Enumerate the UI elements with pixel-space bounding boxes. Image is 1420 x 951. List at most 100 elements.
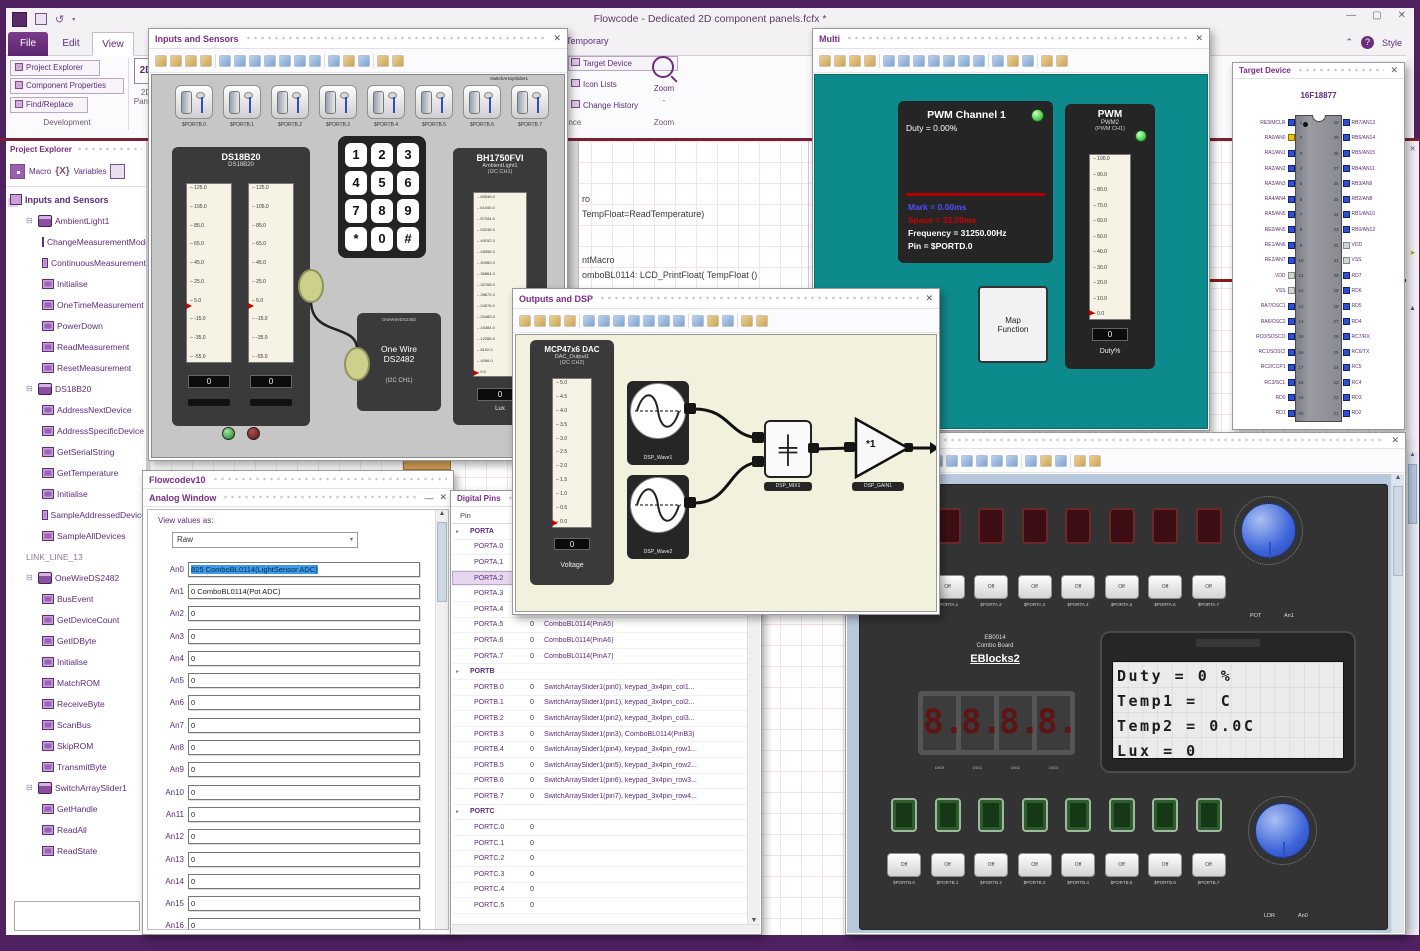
outputs-canvas[interactable]: MCP47x6 DAC DAC_Output1 (I2C CH2) 5.04.5… [515,334,937,612]
zoom-button-label[interactable]: Zoom [644,84,684,93]
tree-item[interactable]: ⊟ TransmitByte [6,756,146,777]
panel-toolbar-icon[interactable] [992,54,1004,67]
keypad-key[interactable]: # [397,227,419,251]
panel-toolbar-icon[interactable] [643,314,655,327]
panel-toolbar-icon[interactable] [534,314,546,327]
scrollbar-thumb[interactable] [1408,464,1417,524]
panel-toolbar-icon[interactable] [234,54,246,67]
channel-value-field[interactable]: 0 [188,740,420,756]
close-icon[interactable]: ✕ [1195,33,1203,44]
tree-item[interactable]: ⊟ OneTimeMeasurement [6,294,146,315]
panel-toolbar-icon[interactable] [946,454,958,467]
panel-toolbar-icon[interactable] [864,54,876,67]
panel-toolbar-icon[interactable] [1074,454,1086,467]
pin-indicator[interactable] [1287,379,1295,387]
channel-value-field[interactable]: 0 ComboBL0114(Pot ADC) [188,583,420,599]
pin-row[interactable]: PORTC.4 0 [452,883,747,899]
panel-toolbar-icon[interactable] [879,53,880,68]
pin-row[interactable]: PORTB.6 0 SwitchArraySlider1(pin6), keyp… [452,774,747,790]
panel-toolbar-icon[interactable] [583,314,595,327]
slide-switch[interactable]: $PORTB.4 [366,85,406,128]
panel-toolbar-icon[interactable] [737,313,738,328]
tab-edit[interactable]: Edit [54,32,88,56]
panel-toolbar-icon[interactable] [155,54,167,67]
collapse-icon[interactable]: ⊟ [26,384,35,393]
pot-knob[interactable] [1241,503,1296,559]
pin-indicator[interactable] [1287,348,1295,356]
pin-row[interactable]: PORTC.3 0 [452,867,747,883]
keypad-key[interactable]: 3 [397,143,419,167]
panel-toolbar-icon[interactable] [1070,453,1071,468]
project-explorer-button[interactable]: Project Explorer [10,60,100,76]
switch-button[interactable]: Off [1061,853,1095,877]
main-scrollbar[interactable]: ▲ [1407,452,1418,929]
scrollbar-thumb[interactable] [437,522,447,602]
pin-indicator[interactable] [1342,180,1350,188]
board-switch[interactable]: Off $PORTA.7 [1191,575,1226,607]
pin-indicator[interactable] [1342,226,1350,234]
collapse-icon[interactable]: ⊟ [26,783,35,792]
pin-row[interactable]: PORTB.2 0 SwitchArraySlider1(pin2), keyp… [452,711,747,727]
tree-item[interactable]: ⊟ LINK_LINE_13 [6,546,146,567]
slide-switch[interactable]: $PORTB.0 [174,85,214,128]
panel-toolbar-icon[interactable] [1040,454,1052,467]
switch-knob[interactable] [517,91,528,114]
scrollbar-up-icon[interactable]: ▲ [436,510,448,517]
pin-row[interactable]: PORTB [452,664,747,680]
close-icon[interactable]: ✕ [439,492,447,503]
pin-row[interactable]: PORTC.1 0 [452,836,747,852]
board-switch[interactable]: Off $PORTB.4 [1061,853,1095,885]
panel-toolbar-icon[interactable] [1041,54,1053,67]
tab-view[interactable]: View [92,32,134,56]
panel-toolbar-icon[interactable] [958,54,970,67]
panel-toolbar-icon[interactable] [549,314,561,327]
pin-indicator[interactable] [1287,256,1295,264]
red-led[interactable] [247,427,260,440]
board-switch[interactable]: Off $PORTA.6 [1148,575,1182,607]
close-icon[interactable]: ✕ [925,293,933,304]
pin-indicator[interactable] [1342,272,1350,280]
panel-toolbar-icon[interactable] [249,54,261,67]
panel-toolbar-icon[interactable] [185,54,197,67]
panel-toolbar-icon[interactable] [913,54,925,67]
board-button[interactable] [1195,798,1222,832]
pin-row[interactable]: PORTC.5 0 [452,898,747,914]
panel-toolbar-icon[interactable] [1021,453,1022,468]
panel-toolbar-icon[interactable] [215,53,216,68]
keypad-key[interactable]: 7 [345,199,367,223]
panel-toolbar-icon[interactable] [819,54,831,67]
board-button[interactable] [1021,798,1048,832]
objects-icon[interactable] [110,164,126,179]
panel-toolbar-icon[interactable] [219,54,231,67]
board-switch[interactable]: Off $PORTA.4 [1061,575,1095,607]
channel-value-field[interactable]: 0 [188,717,420,733]
tree-item[interactable]: ⊟ AmbientLight1 [6,210,146,231]
tree-item[interactable]: ⊟ PowerDown [6,315,146,336]
pin-row[interactable]: PORTA.5 0 ComboBL0114(PinA5) [452,618,747,634]
board-button[interactable] [1065,798,1091,832]
macros-icon[interactable] [10,164,25,179]
panel-toolbar-icon[interactable] [564,314,576,327]
pin-row[interactable]: PORTB.0 0 SwitchArraySlider1(pin0), keyp… [452,680,747,696]
analog-scrollbar[interactable]: ▲ [435,510,448,929]
macros-label[interactable]: Macro [29,167,51,176]
channel-value-field[interactable]: 0 [188,873,420,889]
keypad-key[interactable]: 6 [397,171,419,195]
pin-indicator[interactable] [1287,409,1295,417]
temperature-scale-2[interactable]: 125.0 105.0 85.0 65.0 45.0 25.0 5.0 -15.0 -35.0 -… [248,183,294,363]
pin-row[interactable]: PORTB.5 0 SwitchArraySlider1(pin5), keyp… [452,758,747,774]
panel-toolbar-icon[interactable] [377,54,389,67]
pin-indicator[interactable] [1342,287,1350,295]
tree-item[interactable]: ⊟ MatchROM [6,672,146,693]
panel-toolbar-icon[interactable] [988,53,989,68]
pin-indicator[interactable] [1342,363,1350,371]
minimize-button[interactable]: — [1346,10,1356,21]
channel-value-field[interactable]: 0 [188,806,420,822]
switch-button[interactable]: Off [1104,575,1139,599]
meter-marker[interactable] [1089,310,1095,316]
switch-button[interactable]: Off [1017,853,1052,877]
panel-toolbar-icon[interactable] [961,454,973,467]
tree-item[interactable]: ⊟ GetSerialString [6,441,146,462]
tree-item[interactable]: ⊟ ReadMeasurement [6,336,146,357]
tree-item[interactable]: ⊟ AddressNextDevice [6,399,146,420]
